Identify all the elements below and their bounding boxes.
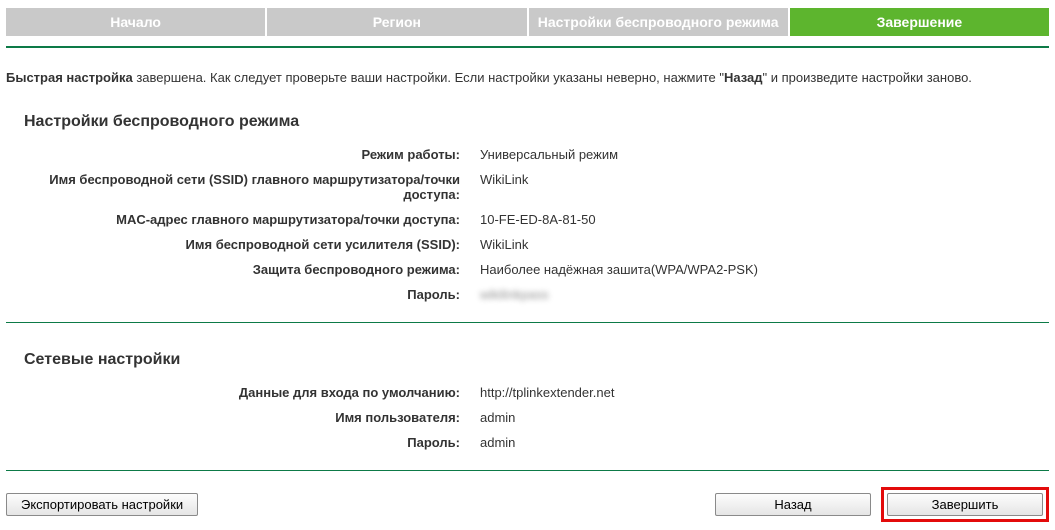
net-password-value: admin <box>480 435 515 450</box>
root-mac-label: MAC-адрес главного маршрутизатора/точки … <box>0 212 480 227</box>
row-login-url: Данные для входа по умолчанию: http://tp… <box>0 385 1055 400</box>
root-ssid-value: WikiLink <box>480 172 528 202</box>
export-settings-button[interactable]: Экспортировать настройки <box>6 493 198 516</box>
summary-back-word: Назад <box>724 70 763 85</box>
login-url-label: Данные для входа по умолчанию: <box>0 385 480 400</box>
divider <box>6 322 1049 323</box>
username-value: admin <box>480 410 515 425</box>
right-buttons: Назад Завершить <box>715 487 1049 522</box>
summary-prefix: Быстрая настройка <box>6 70 133 85</box>
ext-ssid-label: Имя беспроводной сети усилителя (SSID): <box>0 237 480 252</box>
ext-ssid-value: WikiLink <box>480 237 528 252</box>
wifi-password-label: Пароль: <box>0 287 480 302</box>
row-ext-ssid: Имя беспроводной сети усилителя (SSID): … <box>0 237 1055 252</box>
divider <box>6 470 1049 471</box>
summary-mid2: " и произведите настройки заново. <box>763 70 972 85</box>
footer-bar: Экспортировать настройки Назад Завершить <box>6 487 1049 522</box>
finish-button-highlight: Завершить <box>881 487 1049 522</box>
row-root-ssid: Имя беспроводной сети (SSID) главного ма… <box>0 172 1055 202</box>
mode-label: Режим работы: <box>0 147 480 162</box>
tab-wireless[interactable]: Настройки беспроводного режима <box>529 8 790 36</box>
tab-start[interactable]: Начало <box>6 8 267 36</box>
security-value: Наиболее надёжная зашита(WPA/WPA2-PSK) <box>480 262 758 277</box>
net-password-label: Пароль: <box>0 435 480 450</box>
summary-text: Быстрая настройка завершена. Как следует… <box>6 70 1049 85</box>
row-root-mac: MAC-адрес главного маршрутизатора/точки … <box>0 212 1055 227</box>
row-mode: Режим работы: Универсальный режим <box>0 147 1055 162</box>
root-mac-value: 10-FE-ED-8A-81-50 <box>480 212 596 227</box>
login-url-value: http://tplinkextender.net <box>480 385 614 400</box>
tab-region[interactable]: Регион <box>267 8 528 36</box>
tab-finish[interactable]: Завершение <box>790 8 1049 36</box>
summary-mid1: завершена. Как следует проверьте ваши на… <box>133 70 724 85</box>
mode-value: Универсальный режим <box>480 147 618 162</box>
row-security: Защита беспроводного режима: Наиболее на… <box>0 262 1055 277</box>
username-label: Имя пользователя: <box>0 410 480 425</box>
wireless-section-title: Настройки беспроводного режима <box>24 113 1055 131</box>
root-ssid-label: Имя беспроводной сети (SSID) главного ма… <box>0 172 480 202</box>
finish-button[interactable]: Завершить <box>887 493 1043 516</box>
network-section-title: Сетевые настройки <box>24 351 1055 369</box>
row-net-password: Пароль: admin <box>0 435 1055 450</box>
row-wifi-password: Пароль: wikilinkpass <box>0 287 1055 302</box>
wizard-tabs: Начало Регион Настройки беспроводного ре… <box>6 8 1049 36</box>
row-username: Имя пользователя: admin <box>0 410 1055 425</box>
back-button[interactable]: Назад <box>715 493 871 516</box>
security-label: Защита беспроводного режима: <box>0 262 480 277</box>
divider <box>6 46 1049 48</box>
wifi-password-value: wikilinkpass <box>480 287 549 302</box>
